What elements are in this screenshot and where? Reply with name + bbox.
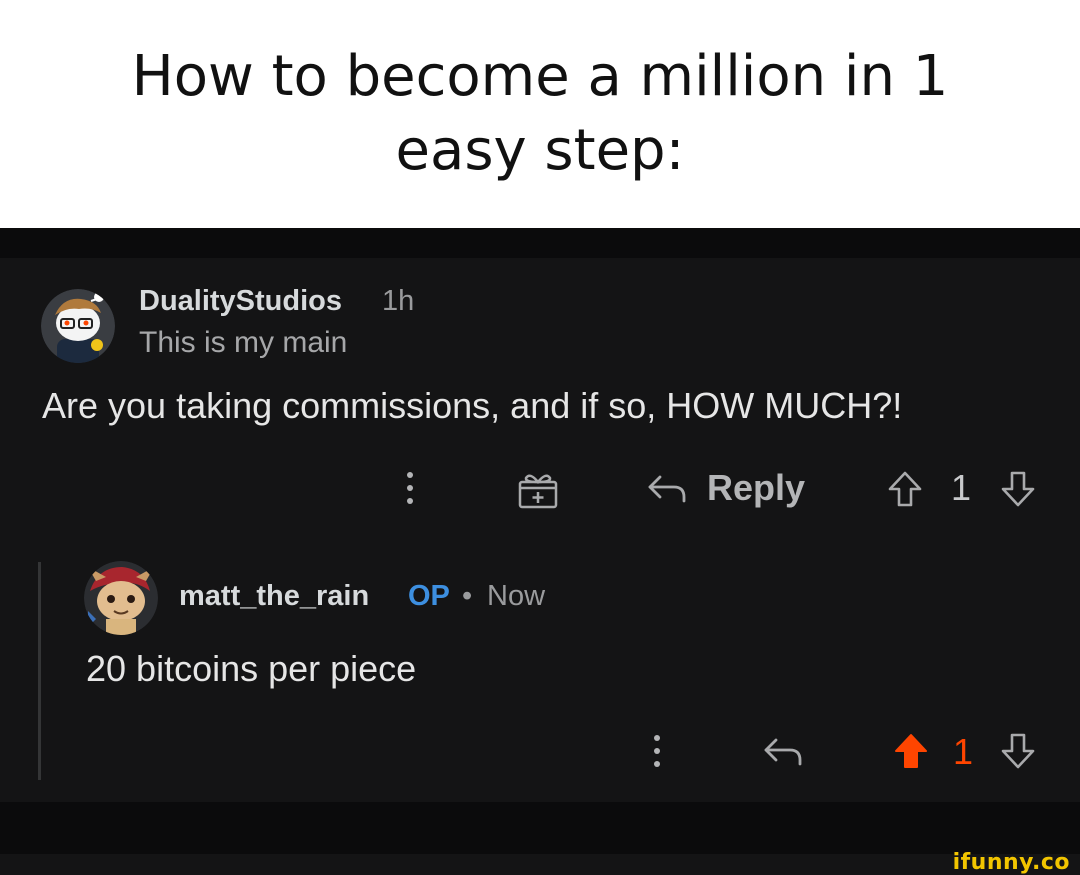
comment1-username[interactable]: DualityStudios bbox=[139, 285, 342, 318]
comment2-body: 20 bitcoins per piece bbox=[86, 648, 417, 689]
comment1-reply-icon-wrap[interactable] bbox=[646, 473, 688, 510]
avatar-dualitystudios-image bbox=[41, 289, 115, 363]
comment2-upvote-button[interactable] bbox=[893, 732, 929, 775]
upvote-filled-icon bbox=[895, 734, 927, 768]
comment2-vote-count: 1 bbox=[953, 731, 974, 772]
comment2-username[interactable]: matt_the_rain bbox=[179, 580, 369, 613]
comment1-body: Are you taking commissions, and if so, H… bbox=[42, 385, 903, 426]
bottom-band bbox=[0, 802, 1080, 854]
avatar-matt-the-rain[interactable] bbox=[84, 561, 158, 635]
bottom-strip bbox=[0, 854, 1080, 875]
comment2-more-button[interactable] bbox=[653, 735, 661, 771]
comment1-more-button[interactable] bbox=[406, 472, 414, 508]
avatar-matt-the-rain-image bbox=[84, 561, 158, 635]
gift-icon bbox=[518, 474, 558, 509]
comment2-reply-button[interactable] bbox=[762, 736, 804, 773]
comment1-downvote-button[interactable] bbox=[1000, 470, 1036, 513]
op-badge: OP bbox=[408, 580, 450, 612]
meta-separator: • bbox=[462, 580, 473, 612]
comment2-timestamp: Now bbox=[487, 580, 546, 612]
kebab-icon bbox=[654, 735, 660, 741]
thread-line[interactable] bbox=[38, 562, 41, 780]
reply-arrow-icon bbox=[764, 738, 802, 766]
downvote-arrow-icon bbox=[1001, 733, 1035, 769]
reply-arrow-icon bbox=[648, 475, 686, 503]
comment1-award-button[interactable] bbox=[517, 470, 559, 515]
comment1-reply-button[interactable]: Reply bbox=[707, 467, 805, 509]
meme-caption: How to become a million in 1 easy step: bbox=[0, 0, 1080, 228]
kebab-icon bbox=[407, 472, 413, 478]
avatar-dualitystudios[interactable] bbox=[41, 289, 115, 363]
upvote-arrow-icon bbox=[888, 471, 922, 507]
comment2-downvote-button[interactable] bbox=[1000, 732, 1036, 775]
comment1-vote-count: 1 bbox=[951, 467, 972, 508]
caption-text: How to become a million in 1 easy step: bbox=[131, 43, 949, 183]
top-band bbox=[0, 228, 1080, 258]
comment1-flair: This is my main bbox=[139, 326, 348, 359]
comment1-timestamp: 1h bbox=[382, 285, 415, 317]
comment1-upvote-button[interactable] bbox=[887, 470, 923, 513]
watermark-logo: ifunny.co bbox=[952, 850, 1070, 875]
downvote-arrow-icon bbox=[1001, 471, 1035, 507]
